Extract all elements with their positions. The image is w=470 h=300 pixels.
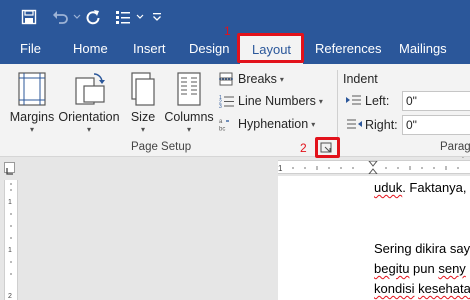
line-numbers-dropdown-icon: ▾ — [318, 96, 323, 106]
touch-mode-dropdown-icon[interactable] — [135, 5, 145, 29]
indent-left-input[interactable] — [402, 91, 470, 111]
document-line-1: uduk. Faktanya, — [374, 180, 467, 195]
step-marker-2: 2 — [300, 141, 307, 155]
misspelled-word: kondisi — [374, 281, 415, 296]
size-dropdown-icon: ▾ — [140, 125, 145, 134]
redo-icon[interactable] — [83, 5, 103, 29]
misspelled-word: seny — [438, 261, 466, 276]
breaks-label: Breaks — [238, 72, 277, 86]
line-numbers-label: Line Numbers — [238, 94, 316, 108]
tab-selector-icon[interactable] — [4, 162, 15, 175]
margins-dropdown-icon: ▾ — [29, 125, 34, 134]
line-numbers-button[interactable]: 123 Line Numbers ▾ — [219, 91, 323, 111]
hyphenation-label: Hyphenation — [238, 117, 309, 131]
step-marker-1: 1 — [224, 24, 231, 38]
svg-text:bc: bc — [219, 127, 225, 132]
size-icon — [130, 70, 156, 106]
orientation-dropdown-icon: ▾ — [86, 125, 91, 134]
group-separator — [337, 70, 338, 150]
text-run: pun — [409, 261, 439, 276]
indent-right-label: Right: — [365, 118, 398, 132]
size-label: Size — [130, 110, 156, 124]
indent-right-icon — [347, 119, 362, 129]
ribbon-tab-bar: File Home Insert Design Layout Reference… — [0, 34, 470, 64]
tab-references[interactable]: References — [315, 34, 381, 64]
document-line-4: kondisi kesehata — [374, 281, 470, 296]
paragraph-group-label: Parag — [440, 141, 470, 153]
customize-qat-icon[interactable] — [150, 5, 164, 29]
tab-insert[interactable]: Insert — [133, 34, 166, 64]
margins-label: Margins — [9, 110, 55, 124]
tab-file[interactable]: File — [20, 34, 41, 64]
touch-mode-icon[interactable] — [113, 5, 135, 29]
svg-text:a: a — [219, 119, 223, 125]
hyphenation-dropdown-icon: ▾ — [311, 119, 316, 129]
horizontal-ruler[interactable]: 1 — [278, 160, 470, 175]
document-line-3: begitu pun seny — [374, 261, 466, 276]
indent-left-row: Left: — [346, 91, 470, 111]
ribbon-panel: Margins ▾ Orientation ▾ Size ▾ Columns ▾… — [0, 64, 470, 197]
columns-dropdown-icon: ▾ — [186, 125, 191, 134]
indent-right-row: Right: — [346, 115, 470, 135]
breaks-icon — [219, 72, 233, 86]
tab-layout[interactable]: Layout — [240, 36, 304, 64]
svg-text:1: 1 — [8, 199, 12, 206]
text-run: . Faktanya, — [402, 180, 467, 195]
tab-design[interactable]: Design — [189, 34, 229, 64]
undo-dropdown-icon[interactable] — [72, 5, 82, 29]
columns-icon — [176, 70, 202, 106]
misspelled-word: uduk — [374, 180, 403, 195]
document-page[interactable]: uduk. Faktanya, Sering dikira say begitu… — [278, 176, 470, 300]
indent-left-label: Left: — [365, 94, 390, 108]
breaks-dropdown-icon: ▾ — [279, 74, 284, 84]
document-line-2: Sering dikira say — [374, 241, 470, 256]
orientation-icon — [72, 70, 106, 106]
tab-home[interactable]: Home — [73, 34, 108, 64]
margins-icon — [17, 70, 47, 106]
svg-text:2: 2 — [8, 293, 12, 300]
hyphenation-button[interactable]: a bc Hyphenation ▾ — [219, 114, 315, 134]
quick-access-toolbar — [0, 0, 470, 34]
page-setup-group-label: Page Setup — [131, 141, 192, 153]
margins-button[interactable]: Margins ▾ — [9, 70, 55, 134]
line-numbers-icon: 123 — [219, 95, 234, 108]
hyphenation-icon: a bc — [219, 119, 229, 132]
breaks-button[interactable]: Breaks ▾ — [219, 69, 284, 89]
indent-left-icon — [346, 95, 361, 105]
columns-label: Columns — [164, 110, 214, 124]
indent-right-input[interactable] — [402, 115, 470, 135]
save-icon[interactable] — [18, 5, 40, 29]
columns-button[interactable]: Columns ▾ — [162, 70, 216, 134]
undo-icon[interactable] — [50, 5, 72, 29]
page-setup-dialog-launcher-icon[interactable] — [320, 141, 334, 153]
vertical-ruler[interactable]: 1 1 2 — [4, 180, 18, 300]
orientation-button[interactable]: Orientation ▾ — [57, 70, 121, 134]
text-run: Sering — [374, 241, 412, 256]
text-run: dikira say — [411, 241, 470, 256]
svg-text:1: 1 — [278, 164, 283, 173]
svg-text:1: 1 — [8, 247, 12, 254]
misspelled-word: kesehata — [418, 281, 470, 296]
size-button[interactable]: Size ▾ — [127, 70, 159, 134]
orientation-label: Orientation — [58, 110, 120, 124]
tab-mailings[interactable]: Mailings — [399, 34, 447, 64]
svg-text:3: 3 — [219, 104, 222, 108]
indent-title: Indent — [343, 72, 378, 86]
misspelled-word: begitu — [374, 261, 410, 276]
